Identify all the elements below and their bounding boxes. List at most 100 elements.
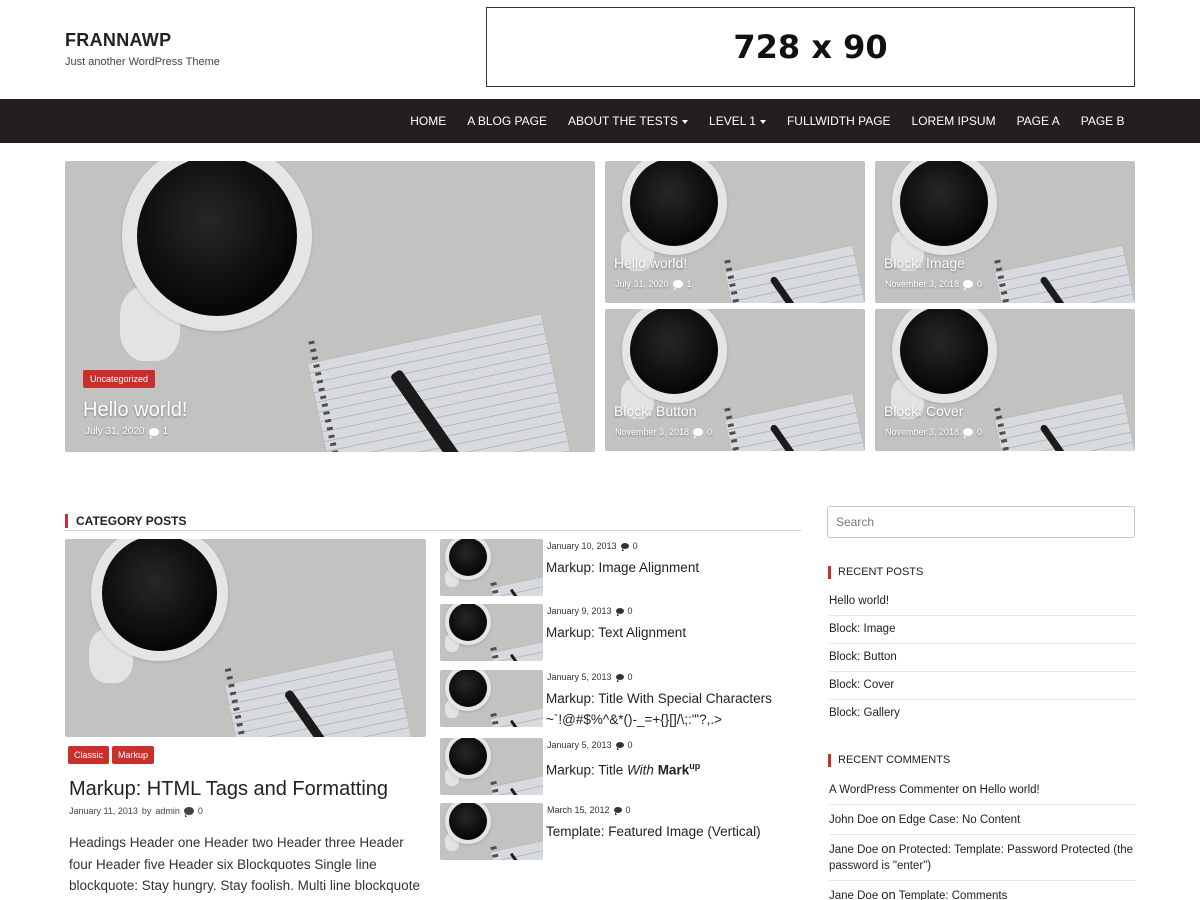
post-author[interactable]: admin xyxy=(155,806,180,816)
list-item-thumbnail[interactable] xyxy=(440,539,543,596)
featured-tile-title[interactable]: Block: Cover xyxy=(884,403,963,419)
recent-post-link[interactable]: Hello world! xyxy=(829,588,1135,616)
nav-item-lorem-ipsum[interactable]: LOREM IPSUM xyxy=(901,99,1006,143)
recent-comment-item: A WordPress Commenter on Hello world! xyxy=(829,775,1135,805)
post-date[interactable]: November 3, 2018 xyxy=(885,427,959,437)
image-overlay xyxy=(440,539,543,596)
featured-main-title[interactable]: Hello world! xyxy=(83,399,187,422)
comment-author[interactable]: A WordPress Commenter xyxy=(829,784,959,796)
on-label: on xyxy=(962,781,977,796)
comment-count[interactable]: 0 xyxy=(198,806,203,816)
post-date[interactable]: January 11, 2013 xyxy=(69,806,138,816)
comment-icon xyxy=(615,674,624,682)
nav-item-page-b[interactable]: PAGE B xyxy=(1070,99,1135,143)
image-overlay xyxy=(65,539,426,737)
category-badge[interactable]: Uncategorized xyxy=(83,370,156,388)
featured-tile-title[interactable]: Block: Image xyxy=(884,255,965,271)
ad-text: 728 x 90 xyxy=(733,28,888,66)
comment-count[interactable]: 0 xyxy=(977,279,982,289)
recent-post-link[interactable]: Block: Button xyxy=(829,644,1135,672)
comment-count[interactable]: 0 xyxy=(707,427,712,437)
comment-count[interactable]: 0 xyxy=(628,672,633,682)
list-item-title[interactable]: Template: Featured Image (Vertical) xyxy=(546,821,796,842)
recent-post-link[interactable]: Block: Image xyxy=(829,616,1135,644)
list-item-title[interactable]: Markup: Title With Markup xyxy=(546,756,796,781)
list-item-title[interactable]: Markup: Title With Special Characters ~`… xyxy=(546,688,796,730)
featured-tile-title[interactable]: Hello world! xyxy=(614,255,687,271)
list-item-thumbnail[interactable] xyxy=(440,670,543,727)
ad-banner[interactable]: 728 x 90 xyxy=(486,7,1135,87)
nav-item-a-blog-page[interactable]: A BLOG PAGE xyxy=(457,99,558,143)
featured-tile-meta: November 3, 2018 0 xyxy=(885,279,982,290)
featured-tile-image[interactable]: Block: Button November 3, 2018 0 xyxy=(605,309,865,451)
post-date[interactable]: July 31, 2020 xyxy=(85,426,145,437)
comment-count[interactable]: 0 xyxy=(977,427,982,437)
recent-post-link[interactable]: Block: Gallery xyxy=(829,700,1135,728)
featured-tile-image[interactable]: Hello world! July 31, 2020 1 xyxy=(605,161,865,303)
recent-comments-heading: RECENT COMMENTS xyxy=(828,754,950,767)
comment-icon xyxy=(672,280,683,290)
badge-classic[interactable]: Classic xyxy=(68,746,110,764)
comment-post-link[interactable]: Hello world! xyxy=(980,784,1040,796)
comment-count[interactable]: 0 xyxy=(628,606,633,616)
comment-post-link[interactable]: Edge Case: No Content xyxy=(899,814,1020,826)
nav-item-label: PAGE A xyxy=(1016,114,1060,128)
comment-count[interactable]: 0 xyxy=(633,541,638,551)
post-date[interactable]: January 5, 2013 xyxy=(547,672,612,682)
nav-item-fullwidth-page[interactable]: FULLWIDTH PAGE xyxy=(776,99,901,143)
nav-item-about-the-tests[interactable]: ABOUT THE TESTS xyxy=(558,99,699,143)
nav-item-label: ABOUT THE TESTS xyxy=(568,114,679,128)
featured-tile-image[interactable]: Block: Image November 3, 2018 0 xyxy=(875,161,1135,303)
comment-count[interactable]: 1 xyxy=(163,426,169,437)
post-date[interactable]: March 15, 2012 xyxy=(547,805,610,815)
image-overlay xyxy=(440,670,543,727)
comment-count[interactable]: 0 xyxy=(626,805,631,815)
comment-icon xyxy=(615,608,624,616)
category-main-photo[interactable] xyxy=(65,539,426,737)
search-input[interactable] xyxy=(827,506,1135,538)
category-main-meta: January 11, 2013 by admin 0 xyxy=(69,806,203,817)
image-overlay xyxy=(440,803,543,860)
comment-post-link[interactable]: Template: Comments xyxy=(899,890,1008,900)
nav-item-home[interactable]: HOME xyxy=(400,99,457,143)
post-date[interactable]: November 3, 2018 xyxy=(885,279,959,289)
category-posts-heading: CATEGORY POSTS xyxy=(65,514,186,528)
category-main-excerpt: Headings Header one Header two Header th… xyxy=(69,835,420,900)
featured-tile-title[interactable]: Block: Button xyxy=(614,403,697,419)
comment-author[interactable]: John Doe xyxy=(829,814,878,826)
list-item-thumbnail[interactable] xyxy=(440,738,543,795)
list-item-thumbnail[interactable] xyxy=(440,604,543,661)
comment-icon xyxy=(620,543,629,551)
post-date[interactable]: November 3, 2018 xyxy=(615,427,689,437)
featured-tile-image[interactable]: Block: Cover November 3, 2018 0 xyxy=(875,309,1135,451)
nav-item-label: LEVEL 1 xyxy=(709,114,756,128)
comment-count[interactable]: 0 xyxy=(628,740,633,750)
title-bold: Mark xyxy=(657,762,690,778)
title-superscript: up xyxy=(689,761,701,771)
image-overlay xyxy=(440,738,543,795)
featured-tile-meta: November 3, 2018 0 xyxy=(615,427,712,438)
recent-comment-item: Jane Doe on Protected: Template: Password … xyxy=(829,835,1135,881)
list-item-title[interactable]: Markup: Text Alignment xyxy=(546,622,796,643)
featured-tile-meta: July 31, 2020 1 xyxy=(615,279,692,290)
recent-comment-item: Jane Doe on Template: Comments xyxy=(829,881,1135,900)
list-item-title[interactable]: Markup: Image Alignment xyxy=(546,557,796,578)
nav-item-page-a[interactable]: PAGE A xyxy=(1006,99,1070,143)
post-date[interactable]: January 10, 2013 xyxy=(547,541,617,551)
list-item-thumbnail[interactable] xyxy=(440,803,543,860)
recent-post-link[interactable]: Block: Cover xyxy=(829,672,1135,700)
post-date[interactable]: January 9, 2013 xyxy=(547,606,612,616)
badge-markup[interactable]: Markup xyxy=(112,746,155,764)
featured-main-image[interactable]: Uncategorized Hello world! July 31, 2020 1 xyxy=(65,161,595,452)
nav-item-level-1[interactable]: LEVEL 1 xyxy=(699,99,777,143)
comment-author[interactable]: Jane Doe xyxy=(829,890,878,900)
comment-author[interactable]: Jane Doe xyxy=(829,844,878,856)
post-date[interactable]: January 5, 2013 xyxy=(547,740,612,750)
site-title[interactable]: FRANNAWP xyxy=(65,30,171,51)
category-main-title[interactable]: Markup: HTML Tags and Formatting xyxy=(69,778,388,801)
caret-down-icon xyxy=(682,119,689,124)
nav-item-label: LOREM IPSUM xyxy=(911,114,996,128)
comment-icon xyxy=(963,280,974,290)
comment-count[interactable]: 1 xyxy=(687,279,692,289)
post-date[interactable]: July 31, 2020 xyxy=(615,279,669,289)
